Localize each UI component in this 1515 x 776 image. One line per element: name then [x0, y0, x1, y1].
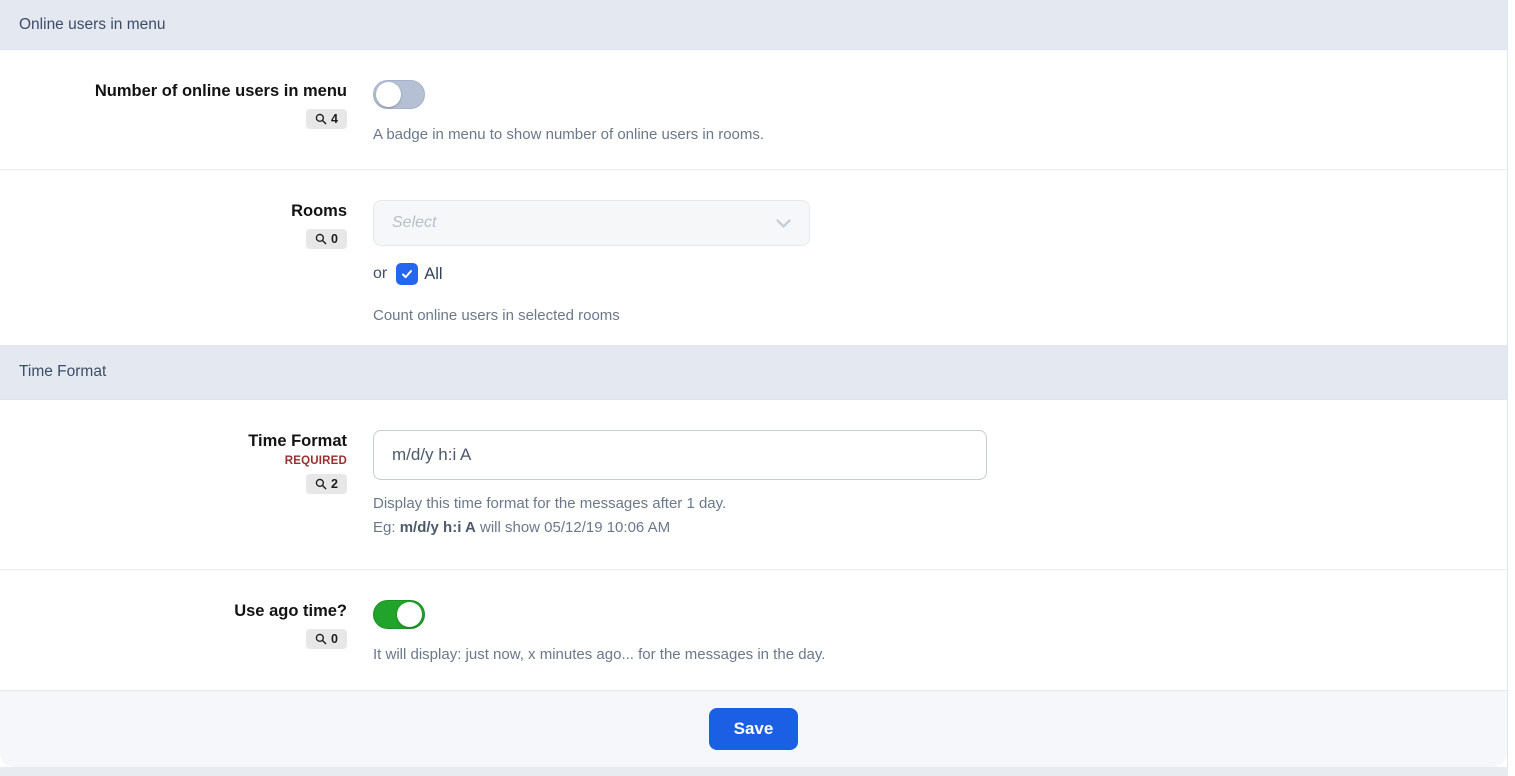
search-count-badge[interactable]: 4: [306, 109, 347, 129]
section-header-time-format: Time Format: [0, 345, 1507, 400]
search-icon: [315, 478, 327, 490]
use-ago-time-toggle[interactable]: [373, 600, 425, 629]
time-format-input[interactable]: [373, 430, 987, 480]
required-badge: REQUIRED: [0, 455, 347, 467]
setting-row-number-online-users: Number of online users in menu 4 A badge…: [0, 50, 1507, 170]
search-icon: [315, 113, 327, 125]
setting-description: It will display: just now, x minutes ago…: [373, 643, 1507, 667]
search-count: 2: [331, 477, 338, 491]
search-count-badge[interactable]: 0: [306, 629, 347, 649]
setting-label-column: Time Format REQUIRED 2: [0, 430, 347, 569]
section-title: Time Format: [19, 363, 106, 381]
setting-label: Number of online users in menu: [0, 80, 347, 102]
save-button[interactable]: Save: [709, 708, 799, 750]
setting-control-column: Select or All Count online users in sele…: [373, 200, 1507, 345]
setting-label: Use ago time?: [0, 600, 347, 622]
setting-description: Display this time format for the message…: [373, 492, 1507, 516]
setting-label-column: Rooms 0: [0, 200, 347, 345]
setting-row-use-ago-time: Use ago time? 0 It will display: just no…: [0, 570, 1507, 690]
search-count: 4: [331, 112, 338, 126]
setting-label: Rooms: [0, 200, 347, 222]
settings-panel: Online users in menu Number of online us…: [0, 0, 1508, 767]
setting-control-column: A badge in menu to show number of online…: [373, 80, 1507, 169]
setting-control-column: It will display: just now, x minutes ago…: [373, 600, 1507, 690]
all-checkbox[interactable]: [396, 263, 418, 285]
all-checkbox-label[interactable]: All: [424, 265, 442, 284]
form-footer: Save: [0, 690, 1507, 767]
setting-control-column: Display this time format for the message…: [373, 430, 1507, 569]
setting-row-rooms: Rooms 0 Select or All Count online users…: [0, 170, 1507, 345]
section-header-online-users: Online users in menu: [0, 0, 1507, 50]
search-count: 0: [331, 632, 338, 646]
page-background-strip: [0, 767, 1508, 776]
number-online-users-toggle[interactable]: [373, 80, 425, 109]
toggle-knob: [376, 82, 401, 107]
search-count-badge[interactable]: 2: [306, 474, 347, 494]
setting-description: A badge in menu to show number of online…: [373, 123, 1507, 147]
example-format: m/d/y h:i A: [400, 519, 476, 536]
section-title: Online users in menu: [19, 16, 165, 34]
search-count: 0: [331, 232, 338, 246]
setting-label-column: Number of online users in menu 4: [0, 80, 347, 169]
check-icon: [400, 267, 414, 281]
or-all-line: or All: [373, 263, 1507, 285]
setting-example: Eg: m/d/y h:i A will show 05/12/19 10:06…: [373, 516, 1507, 540]
select-placeholder: Select: [392, 214, 774, 232]
setting-row-time-format: Time Format REQUIRED 2 Display this time…: [0, 400, 1507, 570]
setting-label-column: Use ago time? 0: [0, 600, 347, 690]
setting-label: Time Format: [0, 430, 347, 452]
setting-description: Count online users in selected rooms: [373, 304, 1507, 328]
example-prefix: Eg:: [373, 519, 400, 536]
chevron-down-icon: [774, 214, 793, 233]
search-icon: [315, 633, 327, 645]
search-count-badge[interactable]: 0: [306, 229, 347, 249]
toggle-knob: [397, 602, 422, 627]
example-suffix: will show 05/12/19 10:06 AM: [476, 519, 670, 536]
or-label: or: [373, 265, 387, 283]
search-icon: [315, 233, 327, 245]
rooms-select[interactable]: Select: [373, 200, 810, 246]
